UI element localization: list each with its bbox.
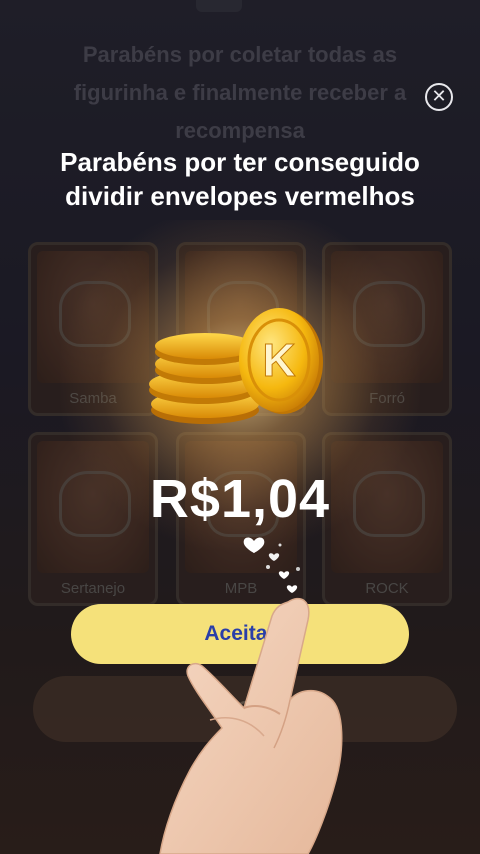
reward-amount: R$1,04 xyxy=(149,469,331,529)
hand-icon xyxy=(159,597,343,854)
coin-letter: K xyxy=(262,334,295,386)
coin-stack-icon: K xyxy=(149,308,323,424)
reward-headline: Parabéns por ter conseguido dividir enve… xyxy=(60,147,420,211)
close-icon[interactable]: ✕ xyxy=(425,83,453,111)
